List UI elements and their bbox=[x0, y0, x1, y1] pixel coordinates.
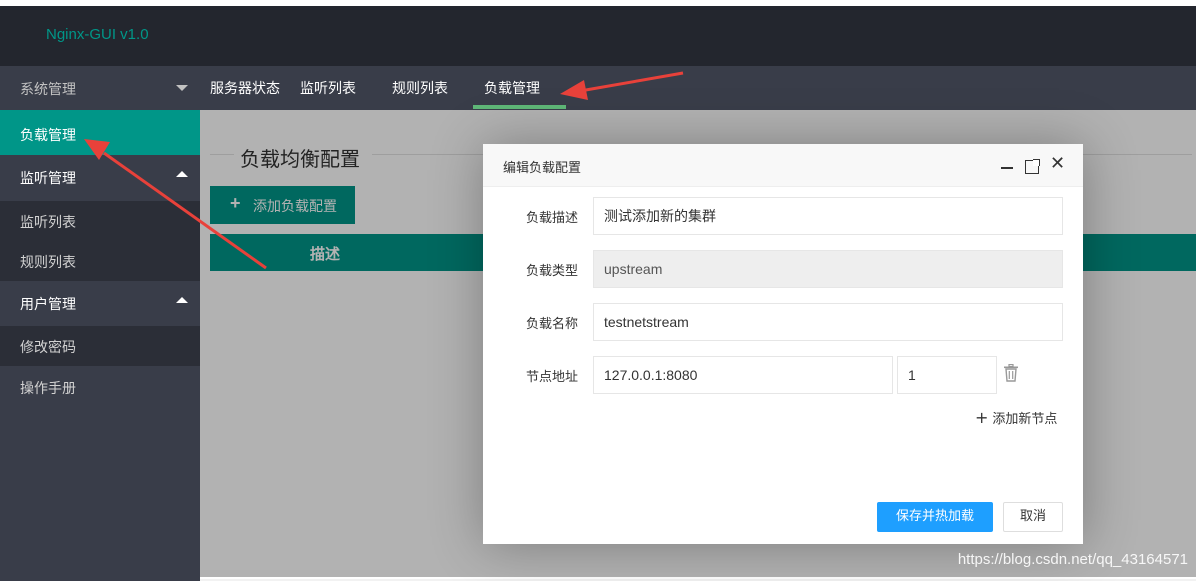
sidebar-group-listen[interactable]: 监听管理 bbox=[0, 155, 200, 199]
tab-server-status[interactable]: 服务器状态 bbox=[210, 78, 280, 98]
app-title: Nginx-GUI v1.0 bbox=[46, 26, 149, 43]
sidebar-item-listen-list[interactable]: 监听列表 bbox=[0, 201, 200, 241]
add-node-button[interactable]: + 添加新节点 bbox=[975, 408, 1057, 427]
sidebar-item-label: 操作手册 bbox=[20, 381, 76, 397]
sidebar-group-user[interactable]: 用户管理 bbox=[0, 281, 200, 325]
node-address-input[interactable]: 127.0.0.1:8080 bbox=[593, 356, 893, 394]
edit-load-config-dialog: 编辑负载配置 ✕ 负载描述 测试添加新的集群 负载类型 upstream 负载名… bbox=[483, 144, 1083, 544]
description-input[interactable]: 测试添加新的集群 bbox=[593, 197, 1063, 235]
tab-load-management[interactable]: 负载管理 bbox=[484, 78, 540, 98]
save-and-reload-button[interactable]: 保存并热加载 bbox=[877, 502, 993, 532]
sidebar-item-rule-list[interactable]: 规则列表 bbox=[0, 241, 200, 281]
sidebar-item-label: 修改密码 bbox=[20, 340, 76, 356]
top-header: Nginx-GUI v1.0 bbox=[0, 6, 1196, 66]
dialog-title: 编辑负载配置 bbox=[503, 161, 582, 176]
field-label-node-address: 节点地址 bbox=[525, 370, 578, 385]
sidebar: 系统管理 负载管理 监听管理 监听列表 规则列表 用户管理 修改密码 操作手册 bbox=[0, 66, 200, 581]
maximize-icon[interactable] bbox=[1025, 159, 1040, 174]
minimize-icon[interactable] bbox=[1001, 167, 1013, 169]
node-weight-input[interactable]: 1 bbox=[897, 356, 997, 394]
close-icon[interactable]: ✕ bbox=[1050, 155, 1065, 173]
dialog-header[interactable]: 编辑负载配置 ✕ bbox=[483, 144, 1083, 187]
name-input[interactable]: testnetstream bbox=[593, 303, 1063, 341]
sidebar-item-change-password[interactable]: 修改密码 bbox=[0, 326, 200, 366]
sidebar-group-system[interactable]: 系统管理 bbox=[0, 66, 200, 110]
trash-icon[interactable] bbox=[1003, 364, 1019, 382]
tab-listen-list[interactable]: 监听列表 bbox=[300, 78, 356, 98]
sidebar-group-label: 系统管理 bbox=[20, 82, 76, 98]
add-node-label: 添加新节点 bbox=[992, 412, 1058, 427]
plus-icon: + bbox=[975, 408, 989, 427]
top-nav: 服务器状态 监听列表 规则列表 负载管理 bbox=[200, 66, 1196, 110]
active-tab-indicator bbox=[473, 105, 566, 109]
field-label-description: 负载描述 bbox=[525, 211, 578, 226]
sidebar-item-label: 规则列表 bbox=[20, 255, 76, 271]
sidebar-item-label: 负载管理 bbox=[20, 128, 76, 144]
field-label-type: 负载类型 bbox=[525, 264, 578, 279]
chevron-up-icon bbox=[176, 171, 188, 177]
type-input: upstream bbox=[593, 250, 1063, 288]
tab-rule-list[interactable]: 规则列表 bbox=[392, 78, 448, 98]
cancel-button[interactable]: 取消 bbox=[1003, 502, 1063, 532]
sidebar-item-manual[interactable]: 操作手册 bbox=[0, 367, 200, 407]
sidebar-group-label: 监听管理 bbox=[20, 171, 76, 187]
sidebar-item-label: 监听列表 bbox=[20, 215, 76, 231]
watermark: https://blog.csdn.net/qq_43164571 bbox=[957, 551, 1188, 568]
chevron-up-icon bbox=[176, 297, 188, 303]
sidebar-group-label: 用户管理 bbox=[20, 297, 76, 313]
chevron-down-icon bbox=[176, 85, 188, 91]
field-label-name: 负载名称 bbox=[525, 317, 578, 332]
app-root: Nginx-GUI v1.0 系统管理 负载管理 监听管理 监听列表 规则列表 … bbox=[0, 0, 1196, 581]
sidebar-item-load-management[interactable]: 负载管理 bbox=[0, 110, 200, 155]
